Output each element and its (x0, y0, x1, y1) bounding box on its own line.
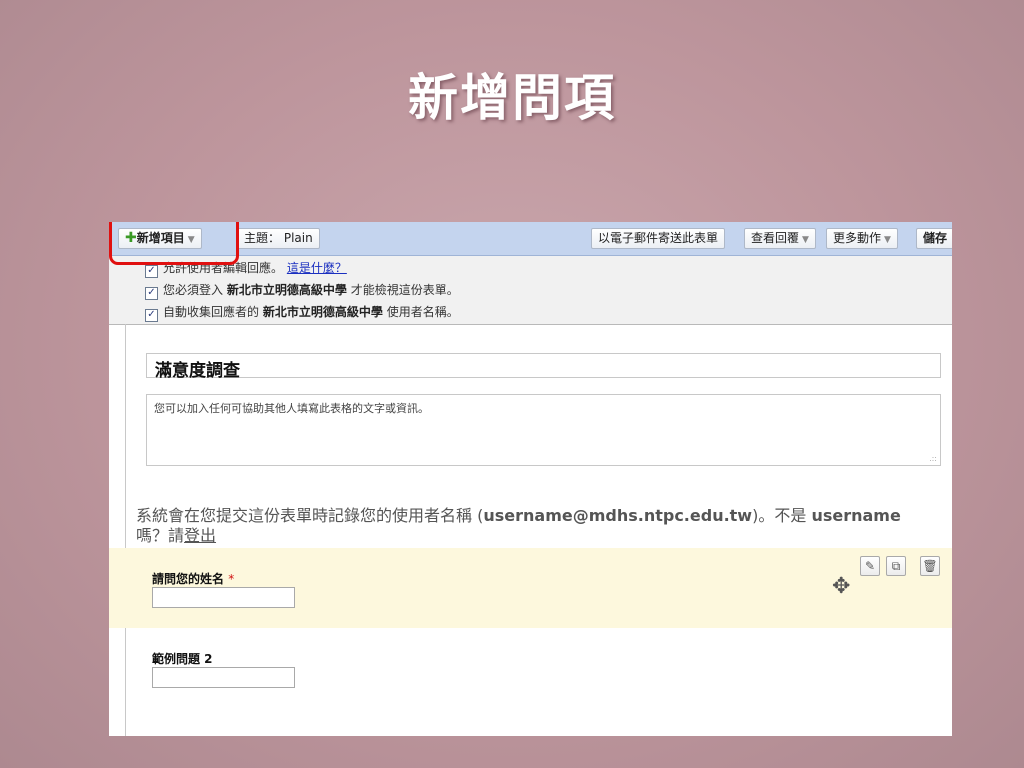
form-title-input[interactable]: 滿意度調查 (146, 353, 941, 381)
slide-title: 新增問項 (408, 69, 616, 127)
more-actions-label: 更多動作 (833, 231, 882, 245)
collect-username-row: ✓ 自動收集回應者的 新北市立明德高級中學 使用者名稱。 (145, 304, 459, 322)
theme-button[interactable]: 主題： Plain (237, 228, 320, 249)
pencil-icon[interactable]: ✎ (860, 556, 880, 576)
collect-username-checkbox[interactable]: ✓ (145, 309, 158, 322)
form-description-input[interactable]: 您可以加入任何可協助其他人填寫此表格的文字或資訊。 .:: (146, 394, 941, 466)
highlight-ring (109, 222, 239, 265)
view-responses-label: 查看回覆 (751, 231, 800, 245)
require-login-row: ✓ 您必須登入 新北市立明德高級中學 才能檢視這份表單。 (145, 282, 459, 300)
collect-suffix: 使用者名稱。 (386, 305, 459, 319)
login-suffix: 才能檢視這份表單。 (350, 283, 459, 297)
divider (125, 324, 126, 736)
view-responses-button[interactable]: 查看回覆 ▼ (744, 228, 816, 249)
chevron-down-icon: ▼ (802, 235, 809, 245)
form-settings: ✓ 允許使用者編輯回應。 這是什麼？ ✓ 您必須登入 新北市立明德高級中學 才能檢視… (109, 256, 952, 325)
notice-username: username (811, 506, 901, 525)
notice-suffix: 嗎？請 (136, 526, 185, 545)
question-2-label: 範例問題 2 (152, 652, 213, 666)
username-notice: 系統會在您提交這份表單時記錄您的使用者名稱 (username@mdhs.ntp… (136, 506, 936, 546)
more-actions-button[interactable]: 更多動作 ▼ (826, 228, 898, 249)
required-mark: * (228, 572, 235, 586)
notice-middle: )。不是 (752, 506, 807, 525)
resize-grip-icon[interactable]: .:: (929, 454, 937, 463)
duplicate-icon[interactable]: ⧉ (886, 556, 906, 576)
name-answer-input[interactable] (152, 587, 295, 608)
notice-prefix: 系統會在您提交這份表單時記錄您的使用者名稱 ( (136, 506, 484, 525)
require-login-checkbox[interactable]: ✓ (145, 287, 158, 300)
chevron-down-icon: ▼ (884, 235, 891, 245)
move-icon[interactable]: ✥ (832, 576, 850, 598)
theme-label: 主題： (244, 231, 281, 245)
collect-prefix: 自動收集回應者的 (163, 305, 260, 319)
allow-edit-checkbox[interactable]: ✓ (145, 265, 158, 278)
question-label: 請問您的姓名 * (152, 570, 234, 587)
save-label: 儲存 (923, 231, 948, 245)
email-form-label: 以電子郵件寄送此表單 (598, 231, 719, 245)
example-answer-input[interactable] (152, 667, 295, 688)
form-editor-screenshot: ✚新增項目 ▼ 主題： Plain 以電子郵件寄送此表單 查看回覆 ▼ 更多動作 ▼ … (109, 222, 952, 736)
form-description-text: 您可以加入任何可協助其他人填寫此表格的文字或資訊。 (154, 402, 429, 415)
org-name: 新北市立明德高級中學 (226, 283, 347, 297)
save-button[interactable]: 儲存 (916, 228, 952, 249)
trash-icon[interactable]: 🗑 (920, 556, 940, 576)
login-prefix: 您必須登入 (163, 283, 224, 297)
theme-value: Plain (283, 231, 313, 245)
org-name: 新北市立明德高級中學 (262, 305, 383, 319)
email-form-button[interactable]: 以電子郵件寄送此表單 (591, 228, 726, 249)
whats-this-link[interactable]: 這是什麼？ (287, 261, 347, 275)
logout-link[interactable]: 登出 (184, 526, 216, 545)
notice-email: username@mdhs.ntpc.edu.tw (483, 506, 753, 525)
question-1-label: 請問您的姓名 (152, 572, 225, 586)
